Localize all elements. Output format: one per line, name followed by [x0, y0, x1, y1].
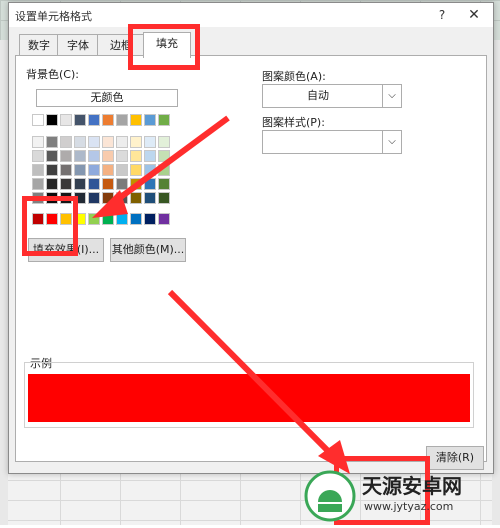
- annotation-arrows: [92, 115, 350, 474]
- watermark-brand: 天源安卓网: [362, 474, 462, 498]
- tab-fill[interactable]: 填充: [143, 32, 191, 58]
- watermark-url: www.jytyaz.com: [364, 500, 454, 513]
- arrow-to-ok: [167, 289, 338, 461]
- arrow-to-swatch: [108, 115, 230, 208]
- watermark-logo: 天源安卓网 www.jytyaz.com: [300, 462, 500, 525]
